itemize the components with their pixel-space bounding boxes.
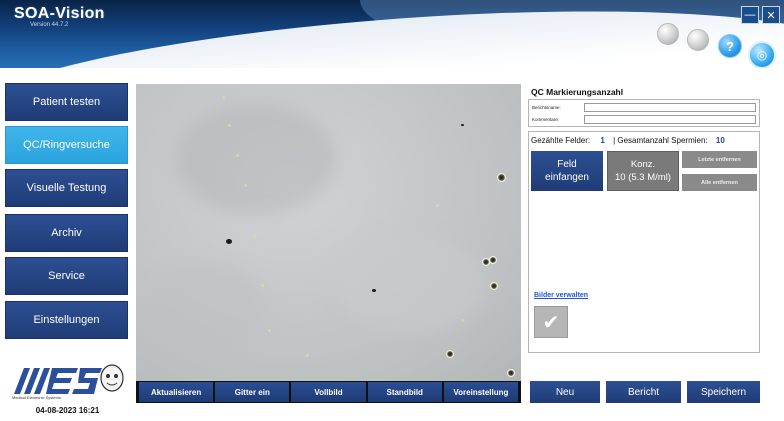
debris-speck	[244, 184, 247, 187]
scope-shading	[176, 104, 336, 214]
capture-field-line1: Feld	[557, 159, 577, 170]
report-button[interactable]: Bericht	[606, 381, 681, 403]
concentration-button[interactable]: Konz. 10 (5.3 M/ml)	[607, 151, 679, 191]
save-button[interactable]: Speichern	[687, 381, 760, 403]
report-info-box: Berichtsname: Kommentare:	[528, 99, 760, 127]
count-box: Gezählte Felder: 1 | Gesamtanzahl Spermi…	[528, 131, 760, 353]
close-button[interactable]: ✕	[762, 6, 780, 24]
new-button[interactable]: Neu	[530, 381, 600, 403]
app-window: SOA-Vision Version 44.7.2 ? ◎ — ✕ Patien…	[0, 0, 784, 421]
preset-button[interactable]: Voreinstellung	[443, 382, 519, 402]
sperm-cell	[372, 289, 376, 292]
debris-speck	[253, 234, 256, 237]
checkmark-icon[interactable]: ✔	[534, 306, 568, 338]
sperm-cell-marked	[507, 369, 515, 377]
debris-speck	[261, 284, 264, 287]
refresh-button[interactable]: Aktualisieren	[139, 382, 214, 402]
debris-speck	[222, 96, 225, 99]
freeze-frame-button[interactable]: Standbild	[367, 382, 442, 402]
sperm-cell-marked	[490, 282, 498, 290]
scope-shading	[146, 264, 266, 354]
sidebar-item-patient-testen[interactable]: Patient testen	[5, 83, 128, 121]
debris-speck	[228, 124, 231, 127]
total-sperm-value: 10	[715, 136, 725, 145]
debris-speck	[236, 154, 239, 157]
debris-speck	[461, 319, 464, 322]
network-icon[interactable]: ◎	[748, 41, 776, 68]
sperm-cell-marked	[446, 350, 454, 358]
concentration-line2: 10 (5.3 M/ml)	[615, 172, 671, 183]
remove-all-button[interactable]: Alle entfernen	[682, 174, 757, 191]
mes-logo: Medical Electronic Systems	[8, 360, 128, 400]
capture-field-button[interactable]: Feld einfangen	[531, 151, 603, 191]
comment-input[interactable]	[584, 115, 756, 124]
report-name-input[interactable]	[584, 103, 756, 112]
header-bar: SOA-Vision Version 44.7.2 ? ◎ — ✕	[0, 0, 784, 68]
sidebar-item-service[interactable]: Service	[5, 257, 128, 295]
sidebar-item-qc-ringversuche[interactable]: QC/Ringversuche	[5, 126, 128, 164]
sperm-cell	[226, 239, 232, 244]
counted-fields-value: 1	[600, 136, 605, 145]
debris-speck	[268, 329, 271, 332]
help-icon[interactable]: ?	[718, 34, 742, 58]
app-version: Version 44.7.2	[30, 22, 69, 28]
datetime-label: 04-08-2023 16:21	[35, 406, 100, 415]
eye-icon[interactable]	[657, 23, 679, 45]
debris-speck	[436, 204, 439, 207]
fullscreen-button[interactable]: Vollbild	[291, 382, 366, 402]
sidebar-item-einstellungen[interactable]: Einstellungen	[5, 301, 128, 339]
comment-label: Kommentare:	[532, 117, 560, 122]
debris-speck	[306, 354, 309, 357]
mes-logo-tagline: Medical Electronic Systems	[12, 395, 61, 400]
total-sperm-label: | Gesamtanzahl Spermien:	[613, 136, 708, 145]
counts-line: Gezählte Felder: 1 | Gesamtanzahl Spermi…	[531, 136, 725, 145]
remove-last-button[interactable]: Letzte entfernen	[682, 151, 757, 168]
app-title: SOA-Vision	[14, 5, 105, 22]
sidebar-item-archiv[interactable]: Archiv	[5, 214, 128, 252]
sperm-cell	[461, 124, 464, 126]
counted-fields-label: Gezählte Felder:	[531, 136, 591, 145]
sidebar-item-visuelle-testung[interactable]: Visuelle Testung	[5, 169, 128, 207]
concentration-line1: Konz.	[630, 159, 656, 170]
qc-panel-title: QC Markierungsanzahl	[531, 87, 624, 97]
capture-field-line2: einfangen	[545, 172, 589, 183]
view-toolbar: Aktualisieren Gitter ein Vollbild Standb…	[136, 381, 521, 403]
sperm-cell-marked	[489, 256, 497, 264]
grid-on-button[interactable]: Gitter ein	[215, 382, 290, 402]
minimize-button[interactable]: —	[741, 6, 759, 24]
report-name-label: Berichtsname:	[532, 105, 561, 110]
settings-circle-icon[interactable]	[687, 29, 709, 51]
microscope-view[interactable]	[136, 84, 521, 381]
sperm-cell-marked	[497, 173, 506, 182]
manage-images-link[interactable]: Bilder verwalten	[534, 292, 588, 299]
